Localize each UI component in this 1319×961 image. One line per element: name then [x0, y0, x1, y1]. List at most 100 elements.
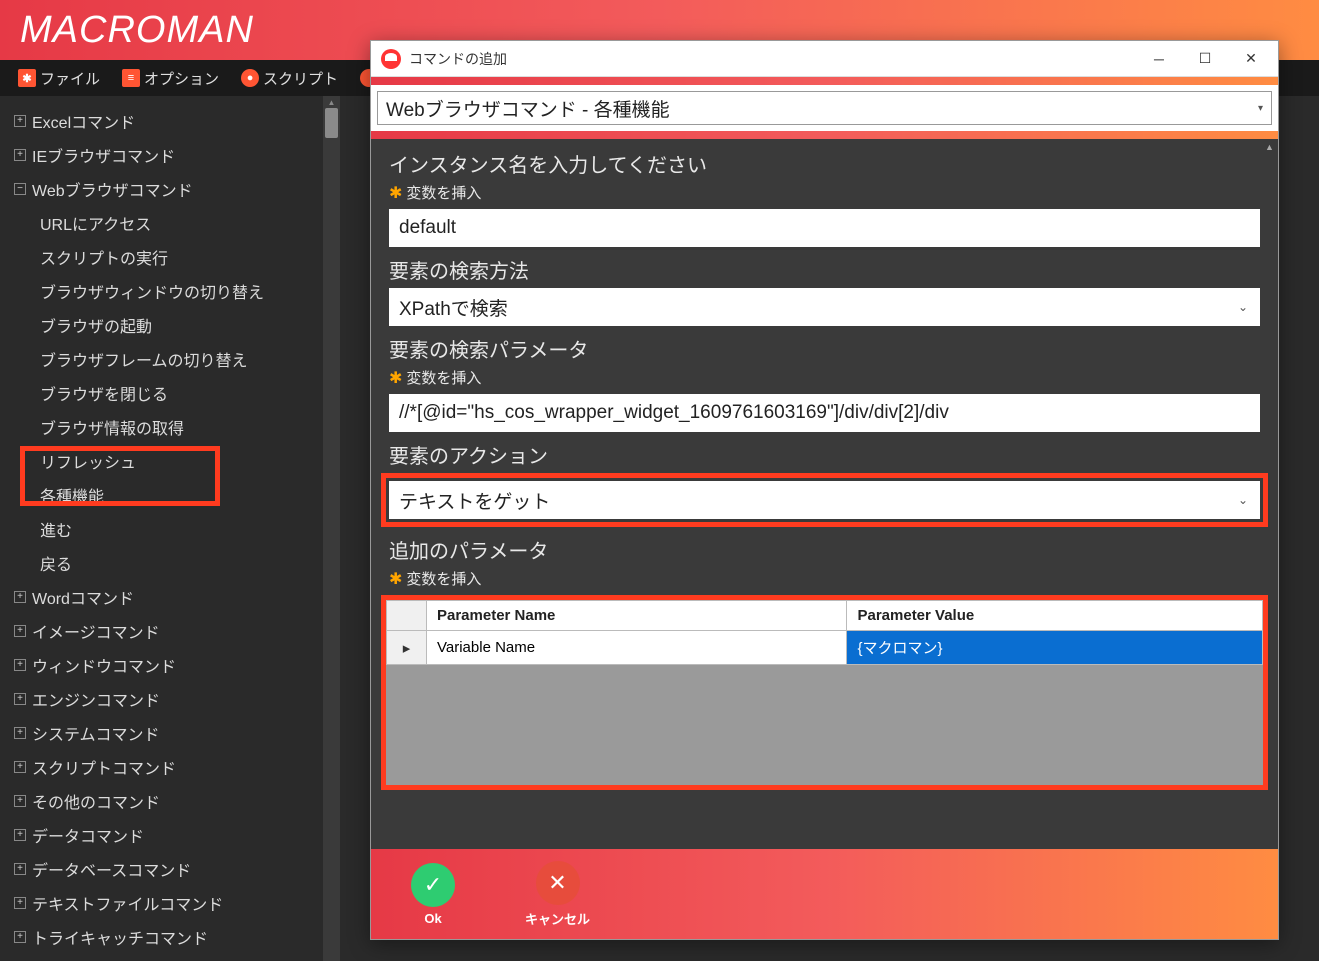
- extra-param-group: 追加のパラメータ ✱ 変数を挿入 Parameter Name Paramete…: [389, 535, 1260, 790]
- action-group: 要素のアクション テキストをゲット ⌄: [389, 440, 1260, 527]
- menu-options-label: オプション: [144, 68, 219, 89]
- col-param-name[interactable]: Parameter Name: [427, 601, 847, 631]
- col-param-value[interactable]: Parameter Value: [847, 601, 1263, 631]
- tree-parent-item[interactable]: + トライキャッチコマンド: [0, 920, 340, 954]
- instance-field-group: インスタンス名を入力してください ✱ 変数を挿入 default: [389, 149, 1260, 247]
- tree-item-label: 戻る: [40, 551, 72, 575]
- tree-parent-item[interactable]: +テキストファイルコマンド: [0, 886, 340, 920]
- tree-parent-item[interactable]: +その他のコマンド: [0, 784, 340, 818]
- expand-icon[interactable]: +: [14, 863, 26, 875]
- tree-parent-item[interactable]: +Excelコマンド: [0, 104, 340, 138]
- tree-item-label: トライキャッチコマンド: [32, 925, 208, 949]
- command-category-dropdown[interactable]: Webブラウザコマンド - 各種機能 ▾: [377, 91, 1272, 125]
- app-icon: [381, 49, 401, 69]
- dialog-footer: ✓ Ok ✕ キャンセル: [371, 849, 1278, 939]
- expand-icon[interactable]: +: [14, 761, 26, 773]
- tree-child-item[interactable]: ブラウザを閉じる: [0, 376, 340, 410]
- tree-child-item[interactable]: URLにアクセス: [0, 206, 340, 240]
- body-scroll-up-icon[interactable]: ▲: [1261, 139, 1278, 155]
- gradient-bar-2: [371, 131, 1278, 139]
- instance-input[interactable]: default: [389, 209, 1260, 247]
- tree-item-label: ブラウザの起動: [40, 313, 152, 337]
- expand-icon[interactable]: +: [14, 897, 26, 909]
- tree-parent-item[interactable]: + イメージコマンド: [0, 614, 340, 648]
- scroll-up-icon[interactable]: ▲: [323, 96, 340, 108]
- tree-parent-item[interactable]: −Webブラウザコマンド: [0, 172, 340, 206]
- star-icon: ✱: [18, 69, 36, 87]
- minimize-button[interactable]: ─: [1136, 43, 1182, 75]
- menu-script-label: スクリプト: [263, 68, 338, 89]
- tree-child-item[interactable]: 進む: [0, 512, 340, 546]
- sidebar-scrollbar[interactable]: ▲: [323, 96, 340, 961]
- close-button[interactable]: ✕: [1228, 43, 1274, 75]
- search-param-input[interactable]: //*[@id="hs_cos_wrapper_widget_160976160…: [389, 394, 1260, 432]
- tree-item-label: データコマンド: [32, 823, 144, 847]
- tree-child-item[interactable]: スクリプトの実行: [0, 240, 340, 274]
- star-icon: ✱: [389, 368, 402, 388]
- tree-parent-item[interactable]: + スクリプトコマンド: [0, 750, 340, 784]
- insert-variable-link[interactable]: ✱ 変数を挿入: [389, 182, 1260, 203]
- insert-variable-link-3[interactable]: ✱ 変数を挿入: [389, 568, 1260, 589]
- expand-icon[interactable]: +: [14, 625, 26, 637]
- star-icon: ✱: [389, 569, 402, 589]
- tree-parent-item[interactable]: + データベースコマンド: [0, 852, 340, 886]
- expand-icon[interactable]: +: [14, 829, 26, 841]
- menu-file[interactable]: ✱ ファイル: [10, 64, 108, 93]
- expand-icon[interactable]: +: [14, 693, 26, 705]
- tree-parent-item[interactable]: +Wordコマンド: [0, 580, 340, 614]
- tree-item-label: ブラウザ情報の取得: [40, 415, 184, 439]
- ok-button[interactable]: ✓ Ok: [411, 863, 455, 926]
- expand-icon[interactable]: +: [14, 115, 26, 127]
- cell-param-value[interactable]: {マクロマン}: [847, 631, 1263, 665]
- table-row[interactable]: ▸ Variable Name {マクロマン}: [387, 631, 1263, 665]
- expand-icon[interactable]: +: [14, 795, 26, 807]
- dialog-body: ▲ インスタンス名を入力してください ✱ 変数を挿入 default 要素の検索…: [371, 139, 1278, 849]
- tree-parent-item[interactable]: +IEブラウザコマンド: [0, 138, 340, 172]
- param-table-highlight: Parameter Name Parameter Value ▸ Variabl…: [381, 595, 1268, 790]
- instance-label: インスタンス名を入力してください: [389, 149, 1260, 178]
- tree-item-label: イメージコマンド: [32, 619, 160, 643]
- expand-icon[interactable]: +: [14, 931, 26, 943]
- tree-child-item[interactable]: ブラウザの起動: [0, 308, 340, 342]
- table-empty-area[interactable]: [386, 665, 1263, 785]
- insert-variable-link-2[interactable]: ✱ 変数を挿入: [389, 367, 1260, 388]
- row-indicator-icon: ▸: [387, 631, 427, 665]
- tree-parent-item[interactable]: + エンジンコマンド: [0, 682, 340, 716]
- tree-item-label: データベースコマンド: [32, 857, 191, 881]
- maximize-button[interactable]: ☐: [1182, 43, 1228, 75]
- menu-file-label: ファイル: [40, 68, 100, 89]
- menu-options[interactable]: ≡ オプション: [114, 64, 227, 93]
- expand-icon[interactable]: +: [14, 659, 26, 671]
- dialog-titlebar[interactable]: コマンドの追加 ─ ☐ ✕: [371, 41, 1278, 77]
- tree-item-label: エンジンコマンド: [32, 687, 160, 711]
- window-controls: ─ ☐ ✕: [1136, 43, 1274, 75]
- tree-child-item[interactable]: ブラウザフレームの切り替え: [0, 342, 340, 376]
- cell-param-name[interactable]: Variable Name: [427, 631, 847, 665]
- param-table: Parameter Name Parameter Value ▸ Variabl…: [386, 600, 1263, 665]
- tree-item-label: スクリプトコマンド: [32, 755, 176, 779]
- cancel-button[interactable]: ✕ キャンセル: [525, 861, 590, 928]
- tree-child-item[interactable]: 各種機能: [0, 478, 340, 512]
- tree-item-label: URLにアクセス: [40, 211, 151, 235]
- tree-parent-item[interactable]: +ウィンドウコマンド: [0, 648, 340, 682]
- gradient-bar: [371, 77, 1278, 85]
- action-select[interactable]: テキストをゲット ⌄: [389, 481, 1260, 519]
- tree-child-item[interactable]: 戻る: [0, 546, 340, 580]
- expand-icon[interactable]: +: [14, 591, 26, 603]
- tree-item-label: ブラウザを閉じる: [40, 381, 168, 405]
- tree-child-item[interactable]: リフレッシュ: [0, 444, 340, 478]
- collapse-icon[interactable]: −: [14, 183, 26, 195]
- tree-parent-item[interactable]: +ファイルコマンド: [0, 954, 340, 961]
- expand-icon[interactable]: +: [14, 149, 26, 161]
- chevron-down-icon: ▾: [1258, 103, 1263, 114]
- search-method-select[interactable]: XPathで検索 ⌄: [389, 288, 1260, 326]
- tree-child-item[interactable]: ブラウザ情報の取得: [0, 410, 340, 444]
- table-corner: [387, 601, 427, 631]
- scrollbar-thumb[interactable]: [325, 108, 338, 138]
- tree-parent-item[interactable]: + システムコマンド: [0, 716, 340, 750]
- tree-child-item[interactable]: ブラウザウィンドウの切り替え: [0, 274, 340, 308]
- tree-parent-item[interactable]: + データコマンド: [0, 818, 340, 852]
- tree-item-label: システムコマンド: [32, 721, 160, 745]
- expand-icon[interactable]: +: [14, 727, 26, 739]
- menu-script[interactable]: ● スクリプト: [233, 64, 346, 93]
